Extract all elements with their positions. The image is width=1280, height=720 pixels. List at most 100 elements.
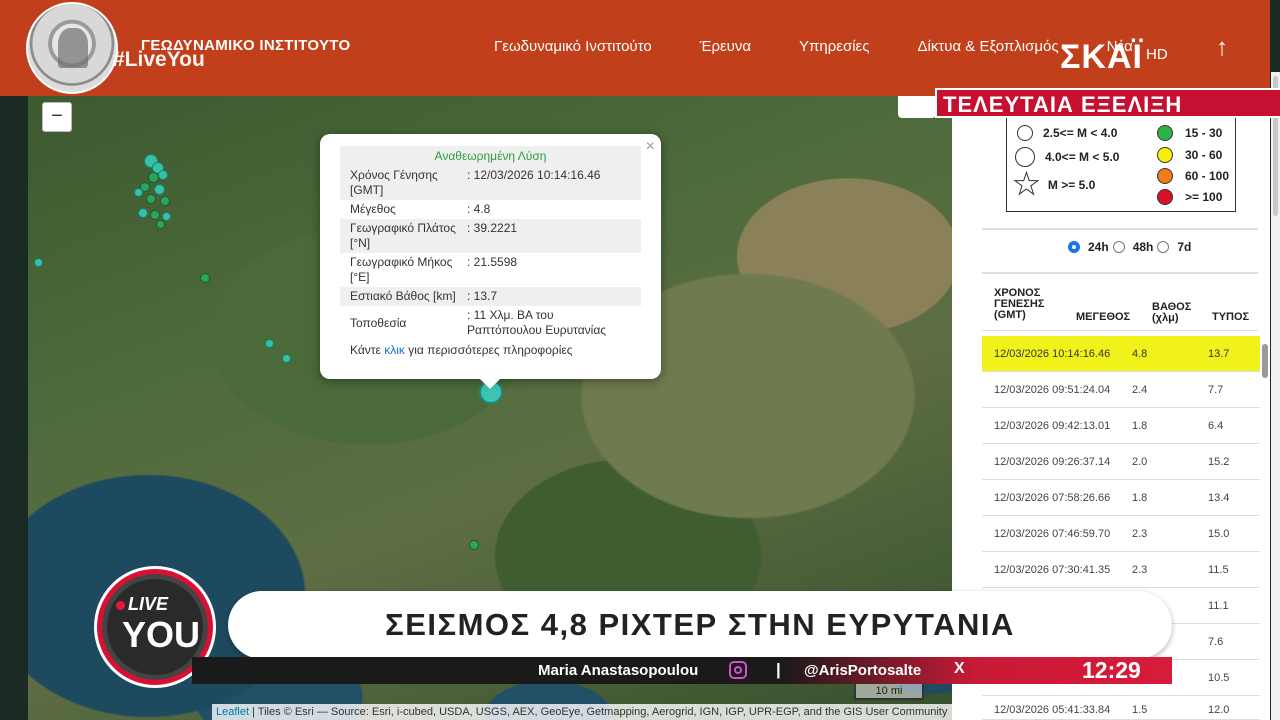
popup-label: Τοποθεσία [350,316,407,330]
earthquake-marker[interactable] [150,210,160,220]
col-header-type[interactable]: ΤΥΠΟΣ [1212,312,1249,323]
page-scrollbar[interactable] [1271,72,1280,720]
presenter-name: Maria Anastasopoulou [538,662,699,679]
earthquake-marker[interactable] [160,196,170,206]
nav-item-networks[interactable]: Δίκτυα & Εξοπλισμός [917,38,1058,55]
table-row[interactable]: 12/03/2026 07:46:59.70 2.3 15.0 [982,516,1260,552]
leaflet-link[interactable]: Leaflet [216,706,249,718]
legend-label: 4.0<= M < 5.0 [1045,150,1120,164]
cell-depth: 7.7 [1208,384,1224,396]
popup-value: : 12/03/2026 10:14:16.46 [467,168,601,182]
popup-row-depth: Εστιακό Βάθος [km]: 13.7 [340,287,641,306]
live-dot-icon [116,601,125,610]
cell-depth: 12.0 [1208,704,1230,716]
table-row[interactable]: 12/03/2026 09:51:24.04 2.4 7.7 [982,372,1260,408]
earthquake-marker[interactable] [469,540,479,550]
cell-magnitude: 2.3 [1132,564,1148,576]
popup-footer-text: για περισσότερες πληροφορίες [404,343,573,357]
earthquake-marker[interactable] [200,273,210,283]
earthquake-marker[interactable] [282,354,291,363]
table-row[interactable]: 12/03/2026 05:41:33.84 1.5 12.0 [982,696,1260,720]
table-row[interactable]: 12/03/2026 09:26:37.14 2.0 15.2 [982,444,1260,480]
time-filter: 24h 48h 7d [1068,240,1191,254]
table-row-selected[interactable]: 12/03/2026 10:14:16.46 4.8 13.7 [982,336,1260,372]
legend-depth-4: >= 100 [1157,189,1222,205]
earthquake-marker[interactable] [134,188,143,197]
legend-label: M >= 5.0 [1047,178,1096,192]
cell-time: 12/03/2026 07:30:41.35 [994,564,1111,576]
cell-magnitude: 2.0 [1132,456,1148,468]
popup-label: Μέγεθος [350,202,396,216]
table-row[interactable]: 12/03/2026 07:58:26.66 1.8 13.4 [982,480,1260,516]
earthquake-marker[interactable] [156,220,165,229]
radio-7d[interactable] [1157,241,1170,253]
col-header-depth[interactable]: ΒΑΘΟΣ (χλμ) [1152,302,1192,324]
attribution-text: | Tiles © Esri — Source: Esri, i-cubed, … [249,706,948,718]
depth-color-dot [1157,168,1173,184]
popup-row-time: Χρόνος Γένησης [GMT]: 12/03/2026 10:14:1… [340,166,641,200]
cell-depth: 11.1 [1208,600,1229,612]
social-handle: @ArisPortosalte [804,662,922,679]
popup-row-longitude: Γεωγραφικό Μήκος [°E]: 21.5598 [340,253,641,287]
radio-48h[interactable] [1112,241,1125,253]
col-header-magnitude[interactable]: ΜΕΓΕΘΟΣ [1076,312,1130,323]
site-header: ΓΕΩΔΥΝΑΜΙΚΟ ΙΝΣΤΙΤΟΥΤΟ #LiveYou Γεωδυναμ… [0,0,1270,96]
zoom-out-button[interactable]: − [42,102,72,132]
cell-magnitude: 1.5 [1132,704,1148,716]
col-header-time[interactable]: ΧΡΟΝΟΣ ΓΕΝΕΣΗΣ (GMT) [994,288,1058,321]
nav-item-research[interactable]: Έρευνα [700,38,751,55]
popup-row-location: Τοποθεσία: 11 Χλμ. ΒΑ του Ραπτόπουλου Ευ… [340,306,641,340]
popup-value: : 13.7 [467,289,498,303]
breaking-news-banner: ΤΕΛΕΥΤΑΙΑ ΕΞΕΛΙΞΗ [935,88,1280,118]
earthquake-marker[interactable] [162,212,171,221]
nav-item-services[interactable]: Υπηρεσίες [799,38,869,55]
table-scrollbar[interactable] [1262,344,1268,378]
panel-divider [982,272,1258,274]
legend-label: 2.5<= M < 4.0 [1043,126,1118,140]
legend-mag-medium: 4.0<= M < 5.0 [1015,147,1119,167]
earthquake-marker[interactable] [154,184,165,195]
popup-details: Χρόνος Γένησης [GMT]: 12/03/2026 10:14:1… [340,166,641,340]
map-attribution: Leaflet | Tiles © Esri — Source: Esri, i… [212,704,952,720]
popup-label: Γεωγραφικό Πλάτος [°N] [350,221,456,250]
earthquake-marker[interactable] [34,258,43,267]
popup-footer-text: Κάντε [350,343,385,357]
legend-mag-small: 2.5<= M < 4.0 [1017,125,1117,141]
institute-seal-logo[interactable] [26,2,118,94]
earthquake-marker[interactable] [146,194,156,204]
radio-label: 24h [1088,240,1109,254]
cell-depth: 10.5 [1208,672,1230,684]
table-row[interactable]: 12/03/2026 07:30:41.35 2.3 11.5 [982,552,1260,588]
cell-time: 12/03/2026 09:51:24.04 [994,384,1111,396]
cell-magnitude: 4.8 [1132,348,1148,360]
popup-value: : 39.2221 [467,221,518,235]
ticker-bar: Maria Anastasopoulou | @ArisPortosalte X… [192,657,1172,684]
cell-depth: 15.0 [1208,528,1230,540]
live-you-logo-you: YOU [122,614,201,655]
radio-label: 7d [1177,240,1192,254]
star-icon: ★ [1013,168,1041,201]
panel-divider [982,228,1258,230]
cell-depth: 6.4 [1208,420,1224,432]
layers-icon[interactable] [898,96,936,118]
legend-depth-3: 60 - 100 [1157,168,1229,184]
earthquake-marker[interactable] [158,170,168,180]
popup-footer: Κάντε κλικ για περισσότερες πληροφορίες [340,340,641,360]
cell-time: 12/03/2026 07:46:59.70 [994,528,1111,540]
popup-row-magnitude: Μέγεθος: 4.8 [340,200,641,219]
radio-24h[interactable] [1068,241,1080,253]
channel-hd-badge: HD [1146,46,1168,63]
more-info-link[interactable]: κλικ [384,343,405,357]
ticker-separator: | [776,660,781,679]
cell-magnitude: 2.4 [1132,384,1148,396]
close-icon[interactable]: × [646,138,655,156]
earthquake-marker[interactable] [265,339,274,348]
nav-item-institute[interactable]: Γεωδυναμικό Ινστιτούτο [494,38,652,55]
x-icon: X [954,660,965,677]
depth-color-dot [1157,147,1173,163]
table-row[interactable]: 12/03/2026 09:42:13.01 1.8 6.4 [982,408,1260,444]
legend-label: >= 100 [1185,190,1223,204]
arrow-up-icon[interactable]: ↑ [1216,34,1228,62]
earthquake-marker[interactable] [138,208,148,218]
show-hashtag: #LiveYou [113,48,205,71]
